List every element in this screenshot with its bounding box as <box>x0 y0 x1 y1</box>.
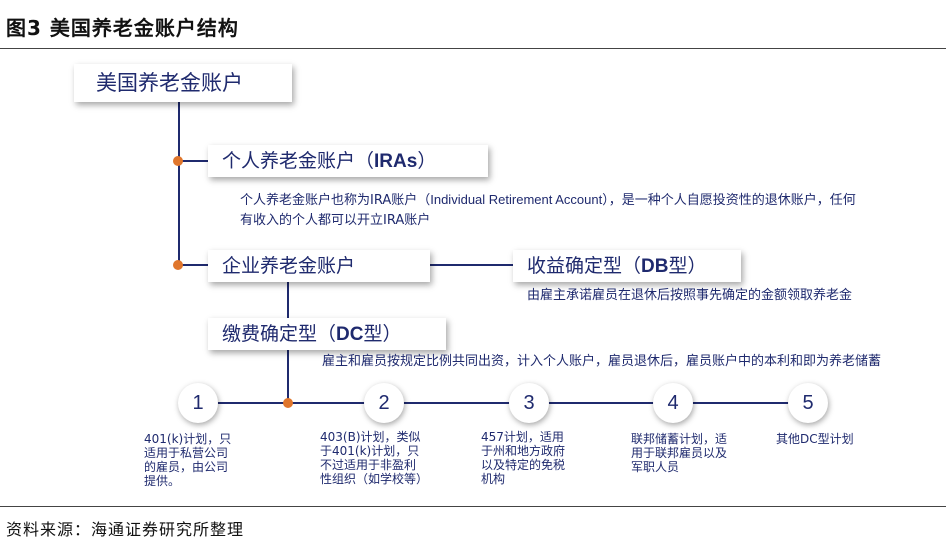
dc-plan-box: 缴费确定型（DC型） <box>208 318 446 350</box>
dc-to-plans-line <box>287 345 289 402</box>
plan-1-line-3: 的雇员，由公司 <box>144 460 229 474</box>
corp-to-dc-line <box>287 279 289 319</box>
plan-1-line-1: 401(k)计划，只 <box>144 432 232 446</box>
db-description: 由雇主承诺雇员在退休后按照事先确定的金额领取养老金 <box>527 288 853 303</box>
plan-5-line-1: 其他DC型计划 <box>776 432 854 446</box>
corp-account-box: 企业养老金账户 <box>208 250 430 282</box>
ira-account-box: 个人养老金账户（IRAs） <box>208 145 488 177</box>
plan-2-note: 403(B)计划，类似 于401(k)计划，只 不过适用于非盈利 性组织（如学校… <box>320 430 428 486</box>
plan-1-note: 401(k)计划，只 适用于私营公司 的雇员，由公司 提供。 <box>144 432 231 488</box>
ira-label-cn: 个人养老金账户（ <box>222 150 375 172</box>
plan-2-line-1: 403(B)计划，类似 <box>320 430 421 444</box>
corp-junction-dot <box>173 260 183 270</box>
corp-account-label: 企业养老金账户 <box>222 255 356 277</box>
plan-2-line-4: 性组织（如学校等） <box>320 472 429 486</box>
ira-desc-line1-en: Individual Retirement Account <box>430 192 603 207</box>
plan-3-line-3: 以及特定的免税 <box>481 458 566 472</box>
plan-3-circle: 3 <box>509 383 549 423</box>
plan-1-line-4: 提供。 <box>144 474 181 488</box>
dc-label-cn: 缴费确定型（ <box>222 323 337 345</box>
main-trunk-line <box>178 100 180 265</box>
figure-title: 图3 美国养老金账户结构 <box>6 16 239 40</box>
plan-2-line-2: 于401(k)计划，只 <box>320 444 420 458</box>
source-note: 资料来源：海通证券研究所整理 <box>6 520 245 539</box>
plan-5-circle: 5 <box>788 383 828 423</box>
plan-4-circle: 4 <box>653 383 693 423</box>
plans-junction-dot <box>283 398 293 408</box>
db-label-end: 型） <box>668 255 707 277</box>
plan-3-note: 457计划，适用 于州和地方政府 以及特定的免税 机构 <box>481 430 565 486</box>
ira-desc-line1-a: 个人养老金账户也称为IRA账户（ <box>240 193 431 208</box>
top-rule <box>0 48 946 49</box>
db-connector-line <box>430 264 513 266</box>
ira-desc-line1-b: ），是一种个人自愿投资性的退休账户，任何 <box>602 193 856 208</box>
plan-2-line-3: 不过适用于非盈利 <box>320 458 417 472</box>
plan-3-line-4: 机构 <box>481 472 506 486</box>
plan-3-line-1: 457计划，适用 <box>481 430 564 444</box>
plan-1-line-2: 适用于私营公司 <box>144 446 229 460</box>
plan-4-note: 联邦储蓄计划，适 用于联邦雇员以及 军职人员 <box>631 432 727 474</box>
ira-description: 个人养老金账户也称为IRA账户（Individual Retirement Ac… <box>240 190 945 231</box>
db-plan-box: 收益确定型（DB型） <box>513 250 741 282</box>
ira-desc-line2: 有收入的个人都可以开立IRA账户 <box>240 213 431 228</box>
plan-4-line-3: 军职人员 <box>631 460 680 474</box>
dc-label-end: 型） <box>363 323 402 345</box>
plan-4-line-2: 用于联邦雇员以及 <box>631 446 728 460</box>
plan-5-note: 其他DC型计划 <box>776 432 854 446</box>
root-account-box: 美国养老金账户 <box>74 64 292 102</box>
ira-label-en: IRAs <box>374 151 418 172</box>
dc-description: 雇主和雇员按规定比例共同出资，计入个人账户，雇员退休后，雇员账户中的本利和即为养… <box>322 354 882 369</box>
plan-3-line-2: 于州和地方政府 <box>481 444 566 458</box>
plan-1-circle: 1 <box>178 383 218 423</box>
plan-4-line-1: 联邦储蓄计划，适 <box>631 432 728 446</box>
dc-label-en: DC <box>336 324 364 345</box>
bottom-rule <box>0 506 946 507</box>
root-account-label: 美国养老金账户 <box>96 71 243 95</box>
plan-2-circle: 2 <box>364 383 404 423</box>
ira-junction-dot <box>173 156 183 166</box>
db-label-en: DB <box>641 256 669 277</box>
ira-label-end: ） <box>417 150 437 172</box>
db-label-cn: 收益确定型（ <box>527 255 642 277</box>
